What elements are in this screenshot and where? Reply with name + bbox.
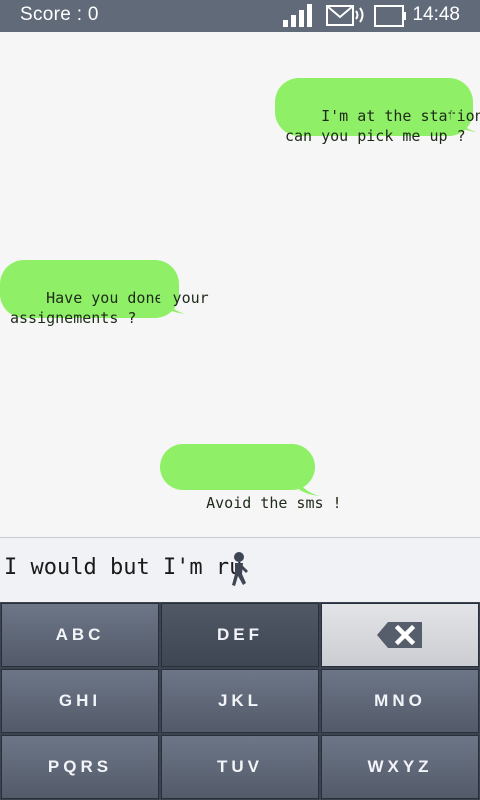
message-icon xyxy=(326,5,364,26)
key-jkl[interactable]: JKL xyxy=(161,669,319,733)
message-list: I'm at the station, can you pick me up ?… xyxy=(0,32,480,537)
key-pqrs[interactable]: PQRS xyxy=(1,735,159,799)
message-bubble: I'm at the station, can you pick me up ? xyxy=(275,78,480,145)
key-def[interactable]: DEF xyxy=(161,603,319,667)
message-input[interactable]: I would but I'm ru xyxy=(0,537,480,603)
message-text: Avoid the sms ! xyxy=(206,494,342,512)
bubble-tail xyxy=(160,292,186,314)
message-bubble: Have you done your assignements ? xyxy=(0,260,209,327)
delete-key[interactable] xyxy=(321,603,479,667)
typed-text: I would but I'm ru xyxy=(4,555,243,580)
key-mno[interactable]: MNO xyxy=(321,669,479,733)
clock: 14:48 xyxy=(412,4,460,25)
bubble-tail xyxy=(294,474,320,496)
bubble-tail xyxy=(451,110,477,132)
score-label: Score : 0 xyxy=(20,4,99,25)
runner-icon xyxy=(232,552,248,586)
message-bubble: Avoid the sms ! xyxy=(160,444,342,512)
keypad: ABC DEF GHI JKL MNO PQRS TUV WXYZ xyxy=(0,602,480,800)
backspace-icon xyxy=(377,622,422,648)
key-wxyz[interactable]: WXYZ xyxy=(321,735,479,799)
key-ghi[interactable]: GHI xyxy=(1,669,159,733)
key-abc[interactable]: ABC xyxy=(1,603,159,667)
key-tuv[interactable]: TUV xyxy=(161,735,319,799)
signal-icon xyxy=(283,3,319,27)
status-bar: Score : 0 14:48 xyxy=(0,0,480,32)
battery-icon xyxy=(374,5,406,27)
